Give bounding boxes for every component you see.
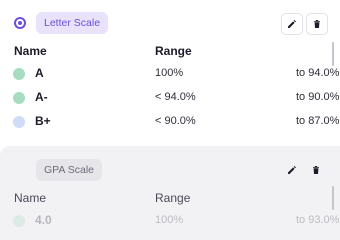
column-header-range: Range	[155, 44, 192, 58]
scrollbar-thumb[interactable]	[332, 42, 334, 66]
range-to: to 94.0%	[296, 67, 340, 79]
delete-button[interactable]	[305, 159, 327, 181]
range-from: 100%	[155, 67, 184, 79]
grade-name: 4.0	[35, 213, 52, 227]
table-row[interactable]: A 100% to 94.0%	[0, 63, 340, 85]
grade-name: A-	[35, 90, 48, 104]
table-row[interactable]: 4.0 100% to 93.0%	[0, 210, 340, 232]
table-row[interactable]: B+ < 90.0% to 87.0%	[0, 111, 340, 133]
letter-scale-radio-icon[interactable]	[14, 17, 26, 29]
grade-color-dot	[13, 92, 25, 104]
scrollbar-thumb[interactable]	[332, 186, 334, 210]
trash-icon	[313, 166, 319, 174]
pencil-icon	[288, 166, 296, 174]
gpa-scale-card: GPA Scale Name Range 4.0 100% to 93.0%	[0, 146, 340, 240]
column-header-name: Name	[14, 44, 47, 58]
gpa-scale-chip[interactable]: GPA Scale	[36, 159, 102, 181]
range-to: to 90.0%	[296, 91, 340, 103]
edit-button[interactable]	[281, 159, 303, 181]
column-header-name: Name	[14, 191, 47, 205]
range-from: < 94.0%	[155, 91, 196, 103]
pencil-icon	[288, 20, 296, 28]
grade-color-dot	[13, 215, 25, 227]
range-from: < 90.0%	[155, 115, 196, 127]
grade-color-dot	[13, 68, 25, 80]
grade-name: B+	[35, 114, 51, 128]
letter-scale-chip[interactable]: Letter Scale	[36, 12, 109, 34]
range-from: 100%	[155, 214, 184, 226]
delete-button[interactable]	[306, 13, 328, 35]
trash-icon	[314, 20, 320, 28]
grade-name: A	[35, 66, 44, 80]
range-to: to 87.0%	[296, 115, 340, 127]
column-header-range: Range	[155, 191, 191, 205]
edit-button[interactable]	[281, 13, 303, 35]
grade-color-dot	[13, 116, 25, 128]
range-to: to 93.0%	[296, 214, 340, 226]
letter-scale-card: Letter Scale Name Range A 100% to 94.0% …	[0, 0, 340, 143]
table-row[interactable]: A- < 94.0% to 90.0%	[0, 87, 340, 109]
